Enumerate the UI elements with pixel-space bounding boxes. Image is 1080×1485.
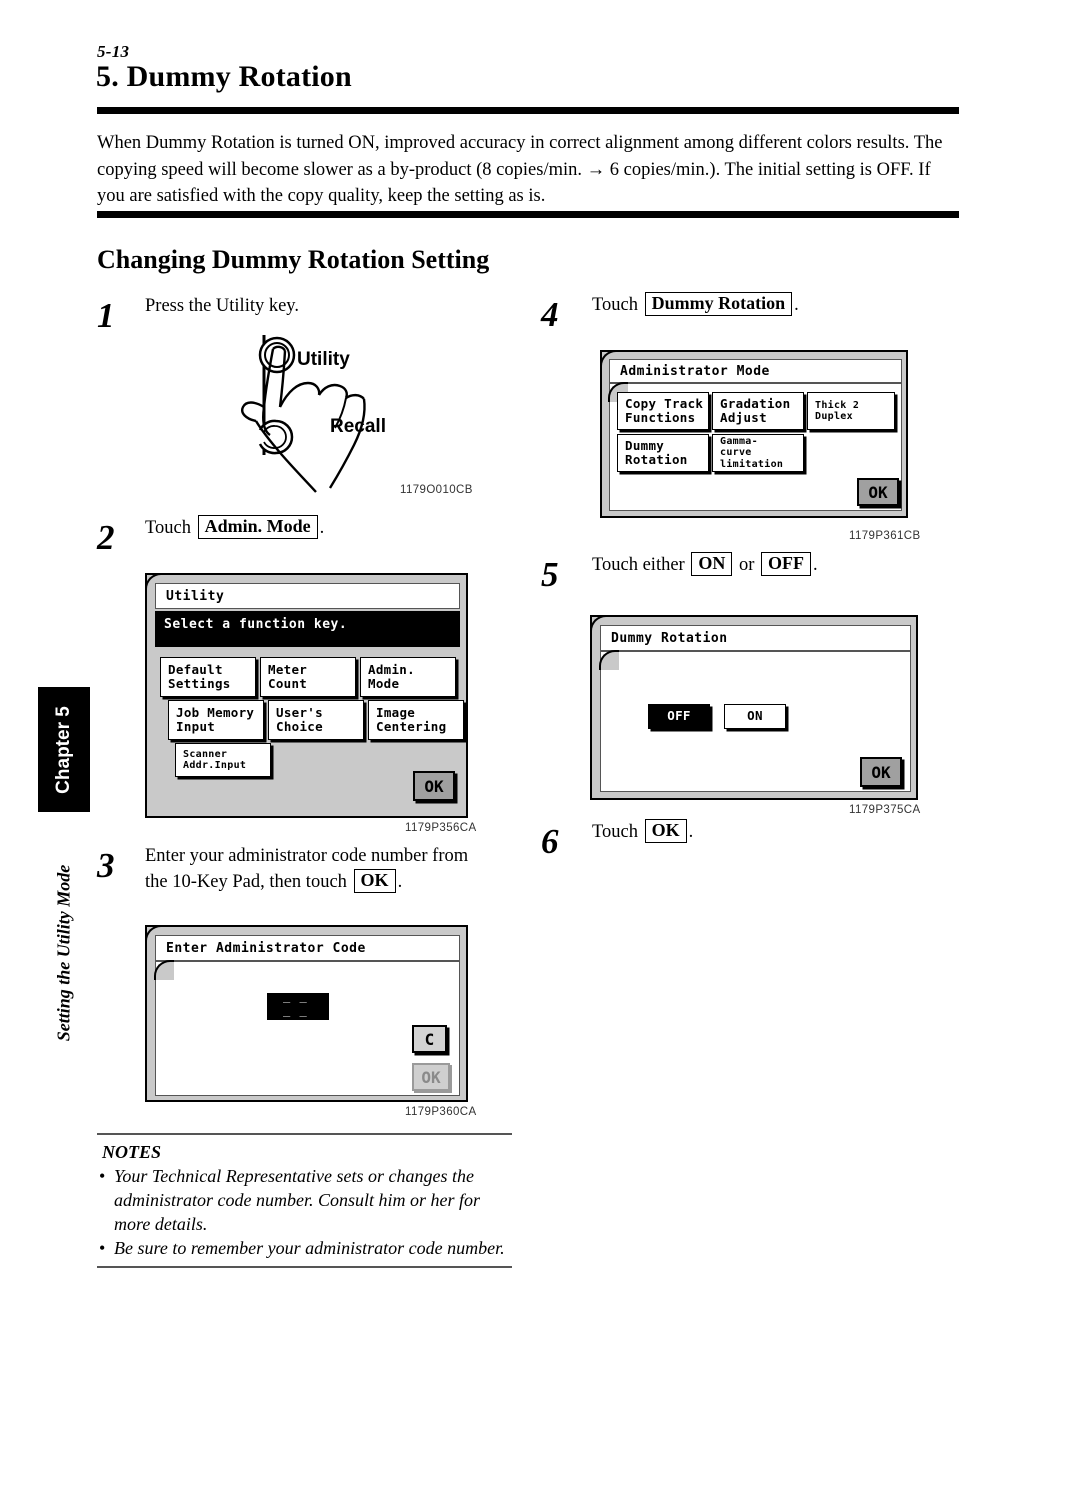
administrator-mode-title: Administrator Mode — [609, 359, 902, 383]
step-3-line-1: Enter your administrator code number fro… — [145, 846, 469, 866]
dummy-rotation-screen: Dummy Rotation OFF ON OK — [590, 615, 918, 800]
utility-key-label: Utility — [297, 349, 350, 370]
notes-divider-bottom — [97, 1266, 512, 1268]
step-4-prefix: Touch — [592, 295, 638, 315]
step-6-keycap-ok[interactable]: OK — [644, 819, 687, 843]
step-5-keycap-on[interactable]: ON — [691, 552, 733, 576]
utility-button-meter-count[interactable]: Meter Count — [260, 657, 356, 697]
admin-mode-button-dummy-rotation[interactable]: Dummy Rotation — [617, 434, 709, 472]
step-3-line-2-prefix: the 10-Key Pad, then touch — [145, 872, 347, 892]
step-2-suffix: . — [319, 518, 325, 538]
step-2-prefix: Touch — [145, 518, 191, 538]
utility-button-scanner-addr-input[interactable]: Scanner Addr.Input — [175, 743, 271, 777]
intro-paragraph: When Dummy Rotation is turned ON, improv… — [97, 133, 943, 206]
page-title: 5. Dummy Rotation — [96, 60, 352, 93]
notes-title: NOTES — [102, 1142, 162, 1162]
notes-divider-top — [97, 1133, 512, 1135]
utility-button-users-choice[interactable]: User's Choice — [268, 700, 364, 740]
step-5-suffix: . — [813, 555, 818, 575]
figure-code-admin-code: 1179P360CA — [405, 1106, 477, 1118]
admin-code-screen-title: Enter Administrator Code — [155, 935, 460, 961]
chapter-tab: Chapter 5 — [38, 687, 90, 812]
notes-item: Be sure to remember your administrator c… — [97, 1236, 512, 1260]
step-5-keycap-off[interactable]: OFF — [761, 552, 812, 576]
notes-list: Your Technical Representative sets or ch… — [97, 1164, 512, 1260]
section-heading: Changing Dummy Rotation Setting — [97, 245, 490, 274]
sidebar-section-label-text: Setting the Utility Mode — [53, 864, 74, 1041]
step-1-text: Press the Utility key. — [145, 296, 299, 316]
figure-code-dummy-rotation: 1179P375CA — [849, 804, 921, 816]
dummy-rotation-ok-button[interactable]: OK — [860, 757, 902, 787]
notes-block: NOTES Your Technical Representative sets… — [97, 1133, 512, 1268]
utility-screen: Utility Select a function key. Default S… — [145, 573, 468, 818]
step-4-text: Touch Dummy Rotation. — [592, 292, 972, 318]
step-3-suffix: . — [397, 872, 403, 892]
utility-key-illustration: Utility Recall — [240, 335, 490, 500]
recall-key-label: Recall — [330, 416, 386, 437]
notes-item: Your Technical Representative sets or ch… — [97, 1164, 512, 1236]
administrator-code-value: _ _ _ _ — [283, 989, 308, 1017]
step-6-text: Touch OK. — [592, 819, 972, 845]
utility-ok-button[interactable]: OK — [413, 771, 455, 801]
step-2-text: Touch Admin. Mode. — [145, 515, 525, 541]
utility-button-image-centering[interactable]: Image Centering — [368, 700, 464, 740]
utility-button-default-settings[interactable]: Default Settings — [160, 657, 256, 697]
administrator-mode-ok-button[interactable]: OK — [857, 478, 899, 506]
admin-code-ok-button[interactable]: OK — [412, 1063, 450, 1091]
utility-screen-title: Utility — [155, 583, 460, 609]
dummy-rotation-title: Dummy Rotation — [600, 625, 911, 651]
sidebar-section-label: Setting the Utility Mode — [38, 835, 90, 1070]
admin-mode-button-thick2-duplex[interactable]: Thick 2 Duplex — [807, 392, 895, 430]
dummy-rotation-off-button[interactable]: OFF — [648, 704, 710, 729]
utility-button-job-memory-input[interactable]: Job Memory Input — [168, 700, 264, 740]
step-3-text: Enter your administrator code number fro… — [145, 843, 530, 895]
utility-screen-message: Select a function key. — [155, 611, 460, 647]
step-2-number: 2 — [97, 518, 115, 557]
figure-code-utility: 1179P356CA — [405, 822, 477, 834]
step-5-middle: or — [738, 555, 755, 575]
step-3-keycap-ok[interactable]: OK — [353, 869, 396, 893]
step-6-prefix: Touch — [592, 822, 638, 842]
step-4-suffix: . — [794, 295, 799, 315]
admin-mode-button-gamma-curve-limitation[interactable]: Gamma- curve limitation — [712, 434, 804, 472]
administrator-mode-screen: Administrator Mode Copy Track Functions … — [600, 350, 908, 518]
step-5-number: 5 — [541, 555, 559, 594]
utility-button-admin-mode[interactable]: Admin. Mode — [360, 657, 456, 697]
step-4-keycap-dummy-rotation[interactable]: Dummy Rotation — [644, 292, 793, 316]
admin-mode-button-gradation-adjust[interactable]: Gradation Adjust — [712, 392, 804, 430]
figure-code-hand: 1179O010CB — [400, 484, 473, 496]
dummy-rotation-on-button[interactable]: ON — [724, 704, 786, 729]
admin-code-clear-button[interactable]: C — [412, 1025, 447, 1053]
chapter-tab-label: Chapter 5 — [53, 705, 74, 794]
administrator-code-input[interactable]: _ _ _ _ — [267, 989, 329, 1020]
step-4-number: 4 — [541, 295, 559, 334]
step-6-suffix: . — [688, 822, 694, 842]
step-3-number: 3 — [97, 846, 115, 885]
step-5-text: Touch either ON or OFF. — [592, 552, 972, 578]
divider-middle — [97, 211, 959, 218]
step-2-keycap-admin-mode[interactable]: Admin. Mode — [197, 515, 318, 539]
admin-mode-button-copy-track-functions[interactable]: Copy Track Functions — [617, 392, 709, 430]
page-number: 5-13 — [97, 42, 130, 61]
enter-administrator-code-screen: Enter Administrator Code _ _ _ _ C OK — [145, 925, 468, 1102]
step-5-prefix: Touch either — [592, 555, 685, 575]
step-6-number: 6 — [541, 822, 559, 861]
step-1-number: 1 — [97, 296, 115, 335]
figure-code-admin-mode: 1179P361CB — [849, 530, 921, 542]
divider-top — [97, 107, 959, 114]
